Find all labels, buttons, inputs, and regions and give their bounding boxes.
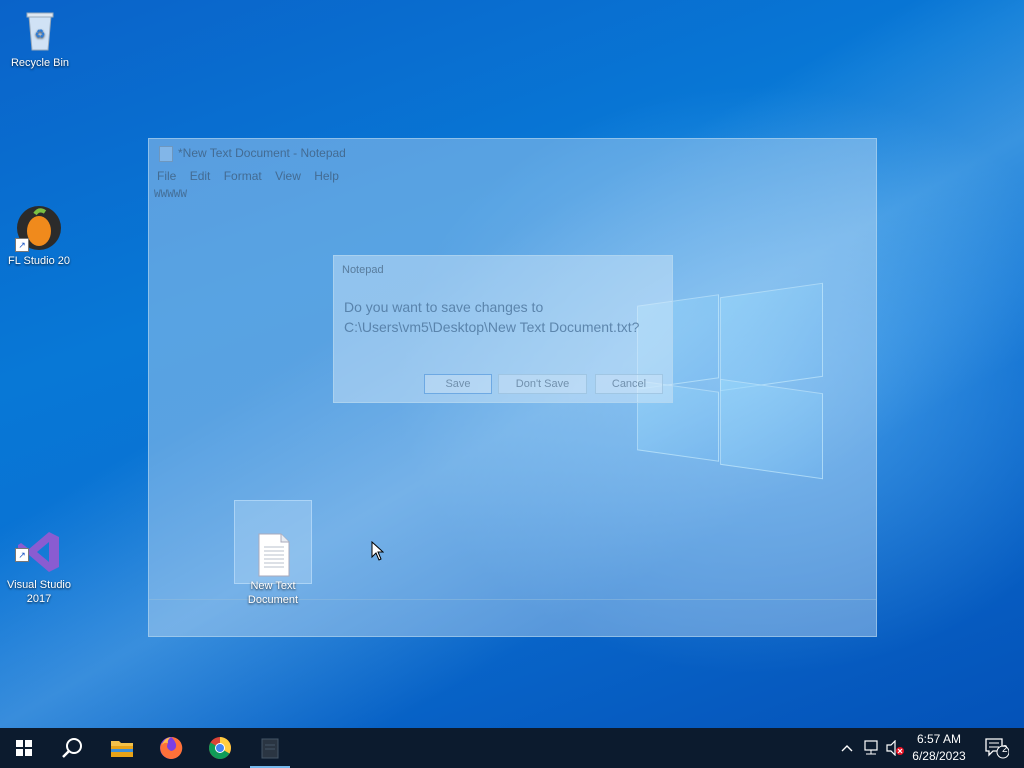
notification-count-badge: 2	[1002, 744, 1008, 755]
mouse-cursor	[371, 540, 385, 565]
windows-start-icon	[16, 740, 32, 756]
save-button[interactable]: Save	[424, 374, 492, 394]
visual-studio-icon: ↗	[15, 514, 63, 572]
text-area[interactable]: WWWWW	[154, 189, 187, 201]
file-explorer-button[interactable]	[98, 728, 146, 768]
chrome-button[interactable]	[196, 728, 244, 768]
search-icon	[62, 738, 82, 758]
firefox-button[interactable]	[147, 728, 195, 768]
desktop-icon-label: Visual Studio 2017	[6, 579, 71, 605]
menu-format[interactable]: Format	[224, 169, 262, 183]
notepad-icon	[261, 738, 279, 759]
start-button[interactable]	[0, 728, 48, 768]
menu-bar: File Edit Format View Help	[149, 169, 876, 187]
menu-help[interactable]: Help	[314, 169, 339, 183]
shortcut-arrow-icon: ↗	[15, 548, 29, 562]
network-icon	[864, 740, 878, 755]
dialog-title: Notepad	[342, 264, 384, 276]
desktop-icon-label: New Text Document	[247, 580, 299, 606]
file-explorer-icon	[111, 741, 133, 757]
fl-studio-icon: ↗	[15, 204, 63, 252]
menu-file[interactable]: File	[157, 169, 176, 183]
shortcut-arrow-icon: ↗	[15, 238, 29, 252]
notepad-app-icon	[159, 146, 173, 162]
window-title: *New Text Document - Notepad	[178, 146, 346, 160]
desktop-icon-label: Recycle Bin	[10, 57, 70, 69]
clock-time: 6:57 AM	[916, 732, 962, 746]
text-document-icon	[255, 519, 291, 577]
show-hidden-icons-button[interactable]	[834, 728, 860, 768]
desktop: ♻ Recycle Bin ↗ FL Studio 20 ↗ Visual St…	[0, 0, 1024, 728]
chrome-icon	[209, 737, 231, 759]
action-center-button[interactable]: 2	[976, 728, 1016, 768]
desktop-icon-new-text-document[interactable]: New Text Document	[234, 500, 312, 606]
search-button[interactable]	[48, 728, 96, 768]
recycle-bin-icon: ♻	[16, 6, 64, 54]
dialog-message: Do you want to save changes to C:\Users\…	[344, 299, 640, 335]
firefox-icon	[160, 736, 183, 759]
cancel-button[interactable]: Cancel	[595, 374, 663, 394]
network-button[interactable]	[858, 728, 884, 768]
desktop-file-content: New Text Document	[235, 505, 311, 621]
notepad-titlebar[interactable]: *New Text Document - Notepad	[149, 139, 876, 167]
vertical-scrollbar[interactable]	[864, 187, 874, 597]
svg-text:♻: ♻	[35, 27, 46, 41]
dont-save-button[interactable]: Don't Save	[498, 374, 587, 394]
desktop-icon-visual-studio[interactable]: ↗ Visual Studio 2017	[0, 500, 78, 620]
taskbar: 6:57 AM 6/28/2023 2	[0, 728, 1024, 768]
notepad-taskbar-button[interactable]	[246, 728, 294, 768]
menu-view[interactable]: View	[275, 169, 301, 183]
clock[interactable]: 6:57 AM 6/28/2023	[905, 731, 973, 765]
desktop-icon-recycle-bin[interactable]: ♻ Recycle Bin	[1, 6, 79, 70]
save-changes-dialog[interactable]: Notepad Do you want to save changes to C…	[333, 255, 673, 403]
desktop-icon-fl-studio[interactable]: ↗ FL Studio 20	[0, 204, 78, 268]
chevron-up-icon	[841, 745, 853, 752]
clock-date: 6/28/2023	[912, 749, 966, 763]
menu-edit[interactable]: Edit	[190, 169, 211, 183]
volume-muted-icon	[886, 740, 904, 756]
desktop-icon-label: FL Studio 20	[8, 255, 70, 267]
